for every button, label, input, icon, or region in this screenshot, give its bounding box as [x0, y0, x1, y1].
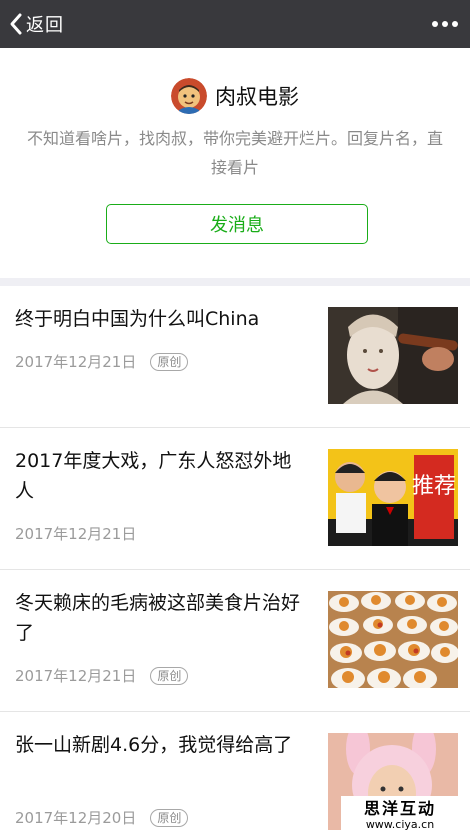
article-date: 2017年12月20日 — [15, 809, 137, 827]
article-item[interactable]: 2017年度大戏，广东人怒怼外地人 2017年12月21日 推荐 — [0, 428, 470, 570]
original-badge: 原创 — [150, 808, 189, 827]
article-thumbnail — [328, 307, 458, 404]
account-name: 肉叔电影 — [215, 85, 299, 109]
account-description: 不知道看啥片，找肉叔，带你完美避开烂片。回复片名，直接看片 — [26, 129, 443, 177]
original-badge: 原创 — [150, 352, 189, 371]
article-meta: 2017年12月21日 — [15, 523, 136, 544]
send-message-button[interactable]: 发消息 — [106, 204, 368, 244]
account-profile: 肉叔电影 不知道看啥片，找肉叔，带你完美避开烂片。回复片名，直接看片 发消息 — [0, 48, 470, 278]
navigation-bar: 返回 — [0, 0, 470, 48]
section-divider — [0, 278, 470, 286]
back-label: 返回 — [26, 15, 64, 36]
avatar[interactable] — [171, 78, 207, 114]
thumb-text: 推荐 — [412, 474, 456, 499]
watermark-url: www.ciya.cn — [365, 818, 435, 831]
article-meta: 2017年12月21日 原创 — [15, 351, 189, 372]
watermark-logo: 思洋互动 www.ciya.cn — [341, 796, 459, 836]
article-title: 终于明白中国为什么叫China — [15, 308, 260, 330]
article-title: 张一山新剧4.6分，我觉得给高了 — [15, 734, 293, 756]
more-icon[interactable] — [428, 12, 462, 36]
watermark-title: 思洋互动 — [363, 799, 436, 818]
article-date: 2017年12月21日 — [15, 353, 137, 371]
back-button[interactable]: 返回 — [8, 10, 64, 38]
article-thumbnail — [328, 591, 458, 688]
chevron-left-icon — [10, 13, 22, 35]
original-badge: 原创 — [150, 666, 189, 685]
article-title: 冬天赖床的毛病被这部美食片治好了 — [15, 592, 301, 644]
article-list: 终于明白中国为什么叫China 2017年12月21日 原创 2017年度大戏，… — [0, 286, 470, 837]
article-title: 2017年度大戏，广东人怒怼外地人 — [15, 450, 292, 502]
article-date: 2017年12月21日 — [15, 667, 137, 685]
article-item[interactable]: 终于明白中国为什么叫China 2017年12月21日 原创 — [0, 286, 470, 428]
article-meta: 2017年12月20日 原创 — [15, 807, 189, 828]
account-header: 肉叔电影 — [0, 78, 470, 114]
article-meta: 2017年12月21日 原创 — [15, 665, 189, 686]
article-date: 2017年12月21日 — [15, 525, 137, 543]
article-thumbnail: 推荐 — [328, 449, 458, 546]
article-item[interactable]: 冬天赖床的毛病被这部美食片治好了 2017年12月21日 原创 — [0, 570, 470, 712]
